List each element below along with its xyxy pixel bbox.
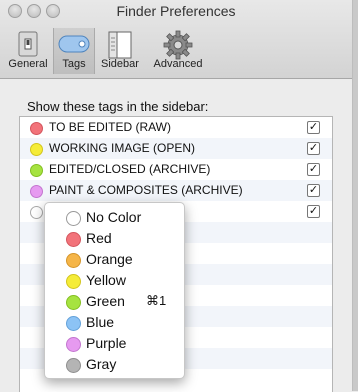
color-swatch [66,232,81,247]
toolbar-sidebar-label: Sidebar [101,58,139,70]
tag-name[interactable]: TO BE EDITED (RAW) [49,120,171,134]
tag-color-dot[interactable] [30,185,43,198]
color-menu-item-red[interactable]: Red [45,227,184,248]
color-menu-label: Red [86,230,112,246]
tag-icon [58,35,90,53]
color-swatch [66,253,81,268]
color-menu-item-yellow[interactable]: Yellow [45,269,184,290]
tag-row[interactable]: PAINT & COMPOSITES (ARCHIVE) ✓ [20,180,332,201]
color-menu-label: No Color [86,209,142,225]
show-in-sidebar-checkbox[interactable]: ✓ [307,163,320,176]
switch-icon [18,31,38,57]
show-in-sidebar-checkbox[interactable]: ✓ [307,121,320,134]
color-swatch [66,274,81,289]
tag-row[interactable]: EDITED/CLOSED (ARCHIVE) ✓ [20,159,332,180]
toolbar-general-button[interactable]: General [6,28,50,74]
keyboard-shortcut: ⌘1 [146,293,167,308]
color-menu-item-purple[interactable]: Purple [45,332,184,353]
color-swatch [66,337,81,352]
window-title: Finder Preferences [116,3,236,19]
toolbar-advanced-button[interactable]: Advanced [148,28,208,74]
tag-name[interactable]: WORKING IMAGE (OPEN) [49,141,195,155]
color-menu-label: Purple [86,335,127,351]
toolbar-general-label: General [8,58,48,70]
show-in-sidebar-checkbox[interactable]: ✓ [307,205,320,218]
color-menu-item-blue[interactable]: Blue [45,311,184,332]
sidebar-icon [108,31,132,59]
gear-icon [163,30,193,60]
color-swatch [66,358,81,373]
title-toolbar-bar: Finder Preferences General Tags Sidebar … [0,0,352,79]
tag-row[interactable]: TO BE EDITED (RAW) ✓ [20,117,332,138]
color-menu-label: Yellow [86,272,126,288]
color-swatch [66,211,81,226]
toolbar-sidebar-button[interactable]: Sidebar [95,28,145,74]
color-menu-label: Gray [86,356,117,372]
sidebar-tags-heading: Show these tags in the sidebar: [27,99,209,114]
color-swatch [66,295,81,310]
tag-name[interactable]: EDITED/CLOSED (ARCHIVE) [49,162,210,176]
toolbar-tags-label: Tags [62,58,86,70]
tag-row[interactable]: WORKING IMAGE (OPEN) ✓ [20,138,332,159]
color-menu-item-orange[interactable]: Orange [45,248,184,269]
tag-color-dot[interactable] [30,206,43,219]
tag-color-dot[interactable] [30,164,43,177]
color-menu-label: Green [86,293,125,309]
tag-name[interactable]: PAINT & COMPOSITES (ARCHIVE) [49,183,243,197]
color-menu-label: Blue [86,314,115,330]
tag-color-dot[interactable] [30,143,43,156]
color-menu-item-no-color[interactable]: No Color [45,206,184,227]
tag-color-dot[interactable] [30,122,43,135]
tag-color-menu: No Color Red Orange Yellow Green ⌘1 Blue… [44,202,185,379]
toolbar-advanced-label: Advanced [153,58,203,70]
color-swatch [66,316,81,331]
color-menu-item-gray[interactable]: Gray [45,353,184,374]
show-in-sidebar-checkbox[interactable]: ✓ [307,184,320,197]
color-menu-item-green[interactable]: Green ⌘1 [45,290,184,311]
finder-preferences-window: Finder Preferences General Tags Sidebar … [0,0,353,392]
show-in-sidebar-checkbox[interactable]: ✓ [307,142,320,155]
color-menu-label: Orange [86,251,133,267]
toolbar-tags-button[interactable]: Tags [53,28,95,74]
